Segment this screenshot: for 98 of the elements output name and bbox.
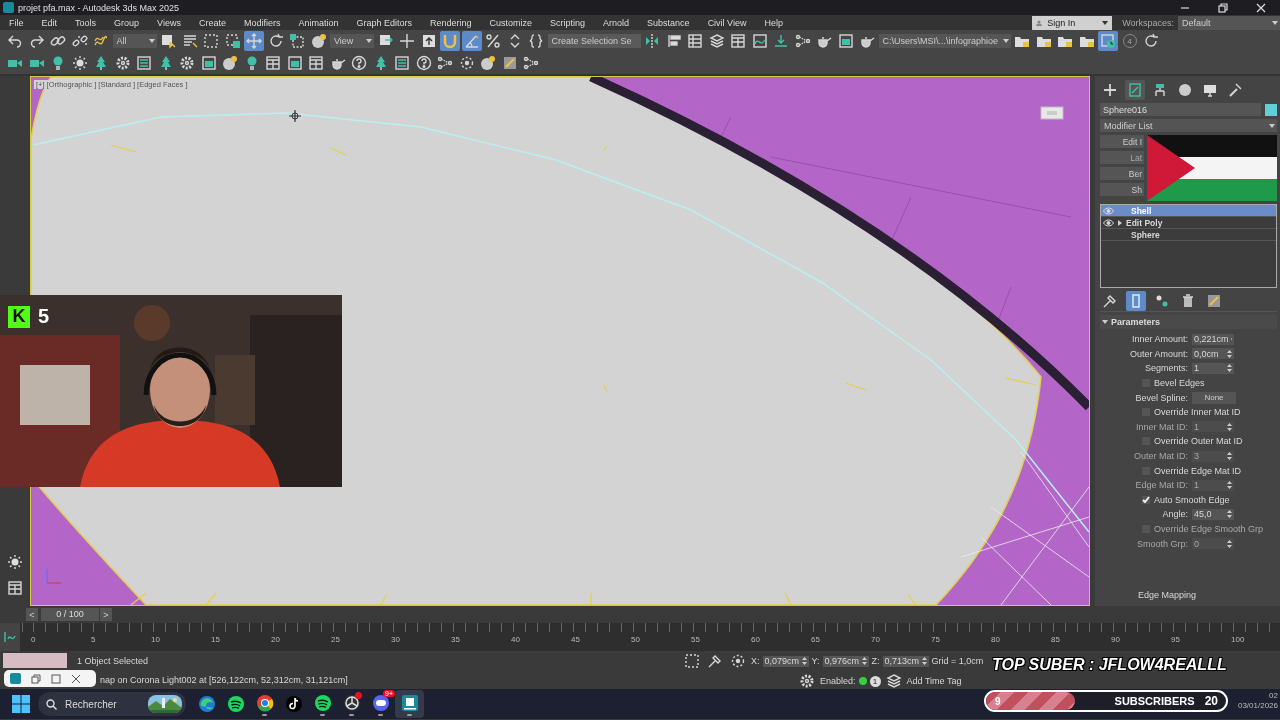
checkbox-label[interactable]: Override Outer Mat ID bbox=[1154, 436, 1243, 447]
value-field[interactable]: 0,221cm bbox=[1192, 333, 1234, 345]
modifier-button[interactable]: Ber bbox=[1100, 167, 1144, 180]
next-frame-button[interactable]: > bbox=[100, 608, 112, 621]
menu-item[interactable]: Animation bbox=[289, 17, 348, 28]
overlay-caption: TOP SUBER : JFLOW4REALLL bbox=[992, 656, 1227, 674]
workspaces-label: Workspaces: bbox=[1122, 17, 1174, 28]
dropdown[interactable]: View bbox=[330, 34, 374, 48]
frame-number: 85 bbox=[1051, 634, 1061, 646]
field-label: Inner Amount: bbox=[1130, 334, 1189, 345]
axis-label: Z: bbox=[871, 656, 880, 666]
dropdown[interactable]: All bbox=[112, 34, 157, 48]
menu-item[interactable]: Views bbox=[148, 17, 190, 28]
field-label: Bevel Spline: bbox=[1134, 392, 1189, 403]
frame-number: 30 bbox=[391, 634, 401, 646]
menu-item[interactable]: Tools bbox=[66, 17, 106, 28]
coordinate-field[interactable]: 0,976cm bbox=[822, 655, 869, 667]
selection-status: 1 Object Selected bbox=[77, 655, 150, 666]
field-label: Segments: bbox=[1143, 363, 1189, 374]
add-time-tag-link[interactable]: Add Time Tag bbox=[906, 676, 962, 686]
menu-item[interactable]: Rendering bbox=[421, 17, 481, 28]
modifier-list-dropdown[interactable]: Modifier List bbox=[1100, 119, 1277, 132]
field-label: Inner Mat ID: bbox=[1134, 421, 1189, 432]
grid-size: Grid = 1,0cm bbox=[931, 656, 984, 666]
value-field[interactable]: 1 bbox=[1192, 363, 1234, 374]
checkbox-label[interactable]: Override Edge Mat ID bbox=[1154, 465, 1242, 476]
frame-number: 25 bbox=[331, 634, 341, 646]
menu-item[interactable]: Customize bbox=[480, 17, 542, 28]
modifier-button[interactable]: Sh bbox=[1100, 183, 1144, 196]
frame-number: 50 bbox=[631, 634, 641, 646]
frame-number: 15 bbox=[211, 634, 221, 646]
frame-number: 10 bbox=[151, 634, 161, 646]
field-label: Edge Mat ID: bbox=[1134, 480, 1189, 491]
search-field[interactable]: Rechercher bbox=[38, 692, 186, 716]
field-label: Smooth Grp: bbox=[1135, 538, 1189, 549]
frame-number: 35 bbox=[451, 634, 461, 646]
menu-item[interactable]: Edit bbox=[32, 17, 67, 28]
menu-item[interactable]: File bbox=[0, 17, 33, 28]
menu-item[interactable]: Arnold bbox=[594, 17, 639, 28]
menu-item[interactable]: Civil View bbox=[698, 17, 756, 28]
axis-label: X: bbox=[751, 656, 760, 666]
axis-label: Y: bbox=[811, 656, 820, 666]
checkbox-label[interactable]: Override Inner Mat ID bbox=[1154, 407, 1241, 418]
modifier-stack-item[interactable]: Sphere bbox=[1101, 229, 1276, 241]
field-label: Angle: bbox=[1161, 509, 1189, 520]
frame-number: 0 bbox=[31, 634, 37, 646]
dropdown[interactable]: C:\Users\MSI\...\infographioe bbox=[878, 34, 1011, 48]
previous-frame-button[interactable]: < bbox=[26, 608, 38, 621]
frame-number: 100 bbox=[1231, 634, 1246, 646]
spline-pick-button[interactable]: None bbox=[1192, 391, 1236, 404]
track-bar[interactable]: 0 5 10 15 20 25 30 35 40 45 50 55 60 65 70 75 80 85 90 95 100 bbox=[20, 623, 1280, 651]
menu-item[interactable]: Help bbox=[755, 17, 792, 28]
menu-item[interactable]: Scripting bbox=[541, 17, 595, 28]
value-field[interactable]: 45,0 bbox=[1192, 508, 1234, 520]
counter-badge[interactable]: 1 bbox=[869, 675, 881, 687]
subscriber-count: 9 bbox=[995, 695, 1001, 707]
frame-number: 20 bbox=[271, 634, 281, 646]
selection-set-field[interactable]: Create Selection Se bbox=[547, 34, 641, 48]
workspace-dropdown[interactable]: Default bbox=[1178, 15, 1280, 30]
sign-in-dropdown[interactable]: Sign In bbox=[1032, 15, 1113, 30]
frame-number: 60 bbox=[751, 634, 761, 646]
goal-label: SUBSCRIBERS bbox=[1114, 695, 1195, 707]
object-name-field[interactable]: Sphere016 bbox=[1100, 103, 1261, 116]
coordinate-field[interactable]: 0,079cm bbox=[762, 655, 809, 667]
viewer-count: 5 bbox=[38, 305, 50, 328]
frame-number: 80 bbox=[991, 634, 1001, 646]
menu-item[interactable]: Substance bbox=[638, 17, 699, 28]
modifier-button[interactable]: Edit I bbox=[1100, 135, 1144, 148]
group-label: Edge Mapping bbox=[1138, 589, 1197, 600]
checkbox-label[interactable]: Auto Smooth Edge bbox=[1154, 494, 1230, 505]
frame-number: 75 bbox=[931, 634, 941, 646]
frame-number: 45 bbox=[571, 634, 581, 646]
frame-number: 70 bbox=[871, 634, 881, 646]
frame-number: 55 bbox=[691, 634, 701, 646]
enabled-label: Enabled: bbox=[820, 676, 856, 686]
modifier-stack-item[interactable]: Edit Poly bbox=[1101, 217, 1276, 229]
field-label: Outer Amount: bbox=[1128, 348, 1189, 359]
channel-logo: K bbox=[8, 305, 30, 328]
window-title: projet pfa.max - Autodesk 3ds Max 2025 bbox=[18, 2, 181, 13]
frame-number: 65 bbox=[811, 634, 821, 646]
prompt-text: nap on Corona Light002 at [526,122cm, 52,312cm, 31,121cm] bbox=[99, 674, 349, 685]
field-label: Outer Mat ID: bbox=[1133, 451, 1189, 462]
frame-number: 40 bbox=[511, 634, 521, 646]
menu-item[interactable]: Create bbox=[189, 17, 235, 28]
clock-date[interactable]: 03/01/2026 bbox=[1237, 701, 1278, 710]
rollout-header[interactable]: Parameters bbox=[1100, 315, 1277, 329]
goal-target: 20 bbox=[1204, 694, 1218, 708]
menu-item[interactable]: Group bbox=[105, 17, 149, 28]
frame-number: 90 bbox=[1111, 634, 1121, 646]
clock-time[interactable]: 02 bbox=[1269, 691, 1278, 700]
menu-item[interactable]: Modifiers bbox=[234, 17, 290, 28]
menu-item[interactable]: Graph Editors bbox=[347, 17, 421, 28]
time-slider-thumb[interactable]: 0 / 100 bbox=[41, 607, 99, 621]
checkbox-label[interactable]: Bevel Edges bbox=[1154, 378, 1205, 389]
value-field[interactable]: 0,0cm bbox=[1192, 348, 1234, 360]
frame-number: 95 bbox=[1171, 634, 1181, 646]
coordinate-field[interactable]: 0,713cm bbox=[882, 655, 929, 667]
frame-number: 5 bbox=[91, 634, 97, 646]
